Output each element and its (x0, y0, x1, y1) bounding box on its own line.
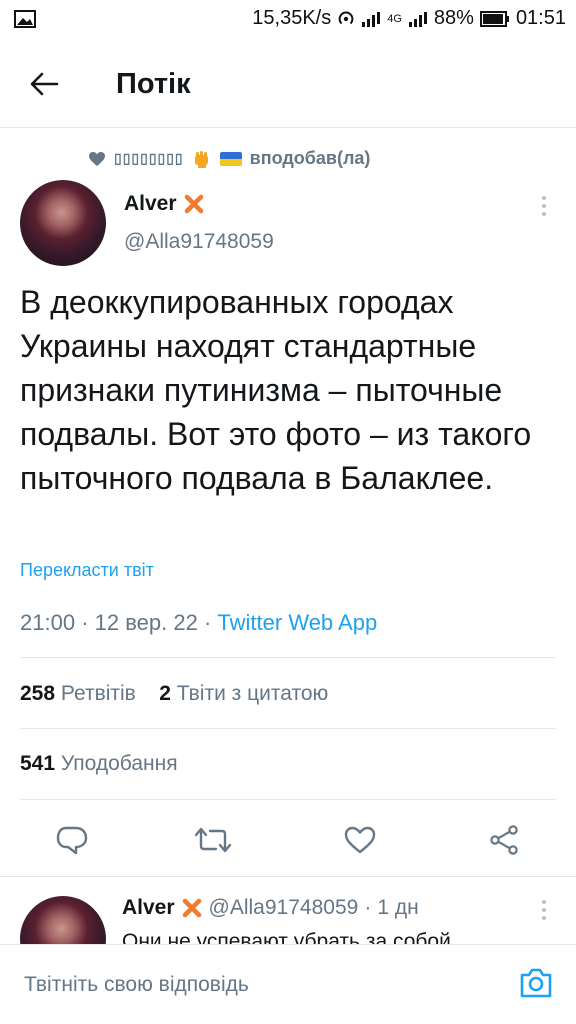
battery-percent: 88% (433, 7, 474, 29)
tweet-actions (0, 812, 576, 868)
share-button[interactable] (484, 820, 524, 860)
arrow-left-icon (30, 72, 59, 96)
reply-input[interactable]: Твітніть свою відповідь (24, 973, 249, 997)
reply-header[interactable]: Alver @Alla91748059 · 1 дн (122, 896, 419, 920)
reply-composer: Твітніть свою відповідь (0, 944, 576, 1024)
retweets-count: 258 (20, 682, 56, 705)
liker-name[interactable]: ▯▯▯▯▯▯▯▯ (114, 150, 184, 167)
tweet-time: 21:00 (20, 610, 76, 635)
page-title: Потік (116, 68, 191, 100)
camera-icon[interactable] (518, 965, 554, 1001)
reply-author-handle: @Alla91748059 (208, 896, 359, 919)
signal-icon-2 (408, 11, 427, 27)
divider (20, 657, 556, 658)
section-separator (0, 876, 576, 877)
tweet-text: В деоккупированных городах Украины наход… (20, 284, 532, 496)
ukraine-flag-icon (219, 151, 242, 166)
avatar[interactable] (20, 180, 106, 266)
social-context-action: вподобав(ла) (249, 148, 371, 168)
likes-count: 541 (20, 752, 56, 775)
battery-icon (479, 10, 509, 27)
net-speed: 15,35K/s (252, 7, 332, 29)
tweet-date: 12 вер. 22 (94, 610, 198, 635)
meta-separator: · (364, 896, 372, 919)
app-bar: Потік (0, 40, 576, 128)
gallery-notification-icon (14, 10, 36, 28)
clock: 01:51 (515, 7, 566, 29)
status-bar: 15,35K/s 4G 88% 01:51 (0, 0, 576, 40)
x-mark-icon (184, 194, 203, 214)
social-context: ▯▯▯▯▯▯▯▯ вподобав(ла) (88, 148, 370, 169)
share-icon (490, 825, 518, 855)
meta-separator: · (81, 610, 95, 635)
tweet-source-app[interactable]: Twitter Web App (217, 610, 377, 635)
quotes-count: 2 (159, 682, 171, 705)
retweets-label: Ретвітів (60, 682, 136, 705)
meta-separator: · (203, 610, 218, 635)
network-type: 4G (387, 12, 402, 25)
x-mark-icon (182, 898, 201, 918)
likes-stats[interactable]: 541 Уподобання (20, 752, 178, 776)
divider (20, 728, 556, 729)
reply-preview-text: Они не успевают убрать за собой (122, 930, 451, 944)
heart-icon (344, 826, 376, 854)
retweet-icon (194, 827, 232, 853)
reply-more-options-icon[interactable] (540, 898, 548, 922)
reply-icon (56, 826, 88, 855)
author-name-row[interactable]: Alver (124, 192, 205, 216)
hotspot-icon (338, 11, 354, 24)
author-name: Alver (124, 192, 177, 215)
status-indicators: 15,35K/s 4G 88% 01:51 (252, 7, 566, 30)
translate-tweet-link[interactable]: Перекласти твіт (20, 560, 154, 581)
reply-button[interactable] (52, 820, 92, 860)
tweet-meta: 21:00 · 12 вер. 22 · Twitter Web App (20, 610, 377, 636)
reply-author-name: Alver (122, 896, 175, 919)
back-button[interactable] (22, 62, 66, 106)
raised-fist-icon (194, 150, 208, 168)
likes-label: Уподобання (60, 752, 178, 775)
retweet-button[interactable] (193, 820, 233, 860)
reply-age: 1 дн (377, 896, 419, 919)
signal-icon (362, 11, 381, 27)
heart-small-icon (89, 151, 105, 166)
divider (20, 799, 556, 800)
quotes-label: Твіти з цитатою (176, 682, 329, 705)
retweet-stats[interactable]: 258 Ретвітів 2 Твіти з цитатою (20, 682, 328, 706)
like-button[interactable] (340, 820, 380, 860)
author-handle[interactable]: @Alla91748059 (124, 230, 274, 254)
more-options-icon[interactable] (540, 194, 548, 218)
